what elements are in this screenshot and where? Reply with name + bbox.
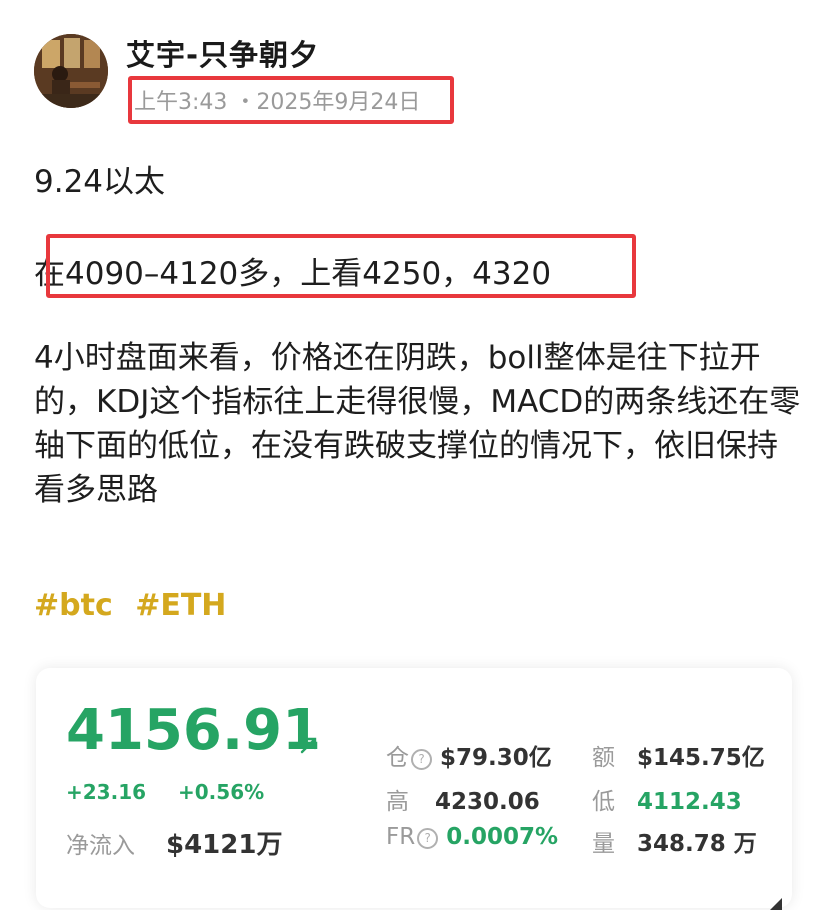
net-inflow-value: $4121万: [166, 830, 283, 860]
stat-low-value: 4112.43: [637, 789, 742, 815]
author-avatar[interactable]: [34, 34, 108, 108]
post-title-line: 9.24以太: [34, 164, 166, 200]
info-icon[interactable]: ?: [411, 749, 432, 770]
stat-qty-value: 348.78 万: [637, 831, 757, 857]
info-icon[interactable]: ?: [417, 828, 439, 849]
stat-fr-label: FR: [386, 824, 416, 850]
expand-corner-icon[interactable]: [770, 898, 782, 910]
stat-high-label: 高: [386, 789, 409, 815]
ticker-change-pct: +0.56%: [178, 780, 265, 804]
highlight-box-timestamp: [128, 76, 454, 124]
stat-oi-value: $79.30亿: [440, 745, 552, 771]
hashtag-row: #btc #ETH: [34, 588, 238, 623]
stat-high: 高 4230.06: [386, 782, 540, 816]
stat-oi-label: 仓: [386, 745, 409, 771]
stat-qty-label: 量: [592, 831, 615, 857]
highlight-box-entry: [46, 234, 636, 298]
stat-low-label: 低: [592, 789, 615, 815]
author-name[interactable]: 艾宇-只争朝夕: [126, 32, 319, 74]
post-analysis: 4小时盘面来看，价格还在阴跌，boll整体是往下拉开的，KDJ这个指标往上走得很…: [34, 340, 801, 508]
stat-turnover-label: 额: [592, 745, 615, 771]
net-inflow-label: 净流入: [66, 833, 135, 859]
ticker-price: 4156.91: [66, 698, 322, 763]
ticker-change-abs: +23.16: [66, 780, 147, 804]
stat-high-value: 4230.06: [435, 789, 540, 815]
trend-up-arrow-icon: [300, 737, 317, 754]
stat-turnover: 额 $145.75亿: [592, 738, 765, 772]
ticker-card[interactable]: 4156.91 +23.16 +0.56% 净流入 $4121万 仓? $79.3…: [36, 668, 792, 910]
avatar-image: [34, 34, 108, 108]
stat-funding-rate: FR? 0.0007%: [386, 824, 558, 850]
stat-fr-value: 0.0007%: [446, 824, 559, 850]
hashtag-eth[interactable]: #ETH: [135, 588, 226, 623]
hashtag-btc[interactable]: #btc: [34, 588, 113, 623]
stat-quantity: 量 348.78 万: [592, 824, 757, 858]
stat-open-interest: 仓? $79.30亿: [386, 738, 552, 772]
stat-turnover-value: $145.75亿: [637, 745, 765, 771]
stat-low: 低 4112.43: [592, 782, 742, 816]
